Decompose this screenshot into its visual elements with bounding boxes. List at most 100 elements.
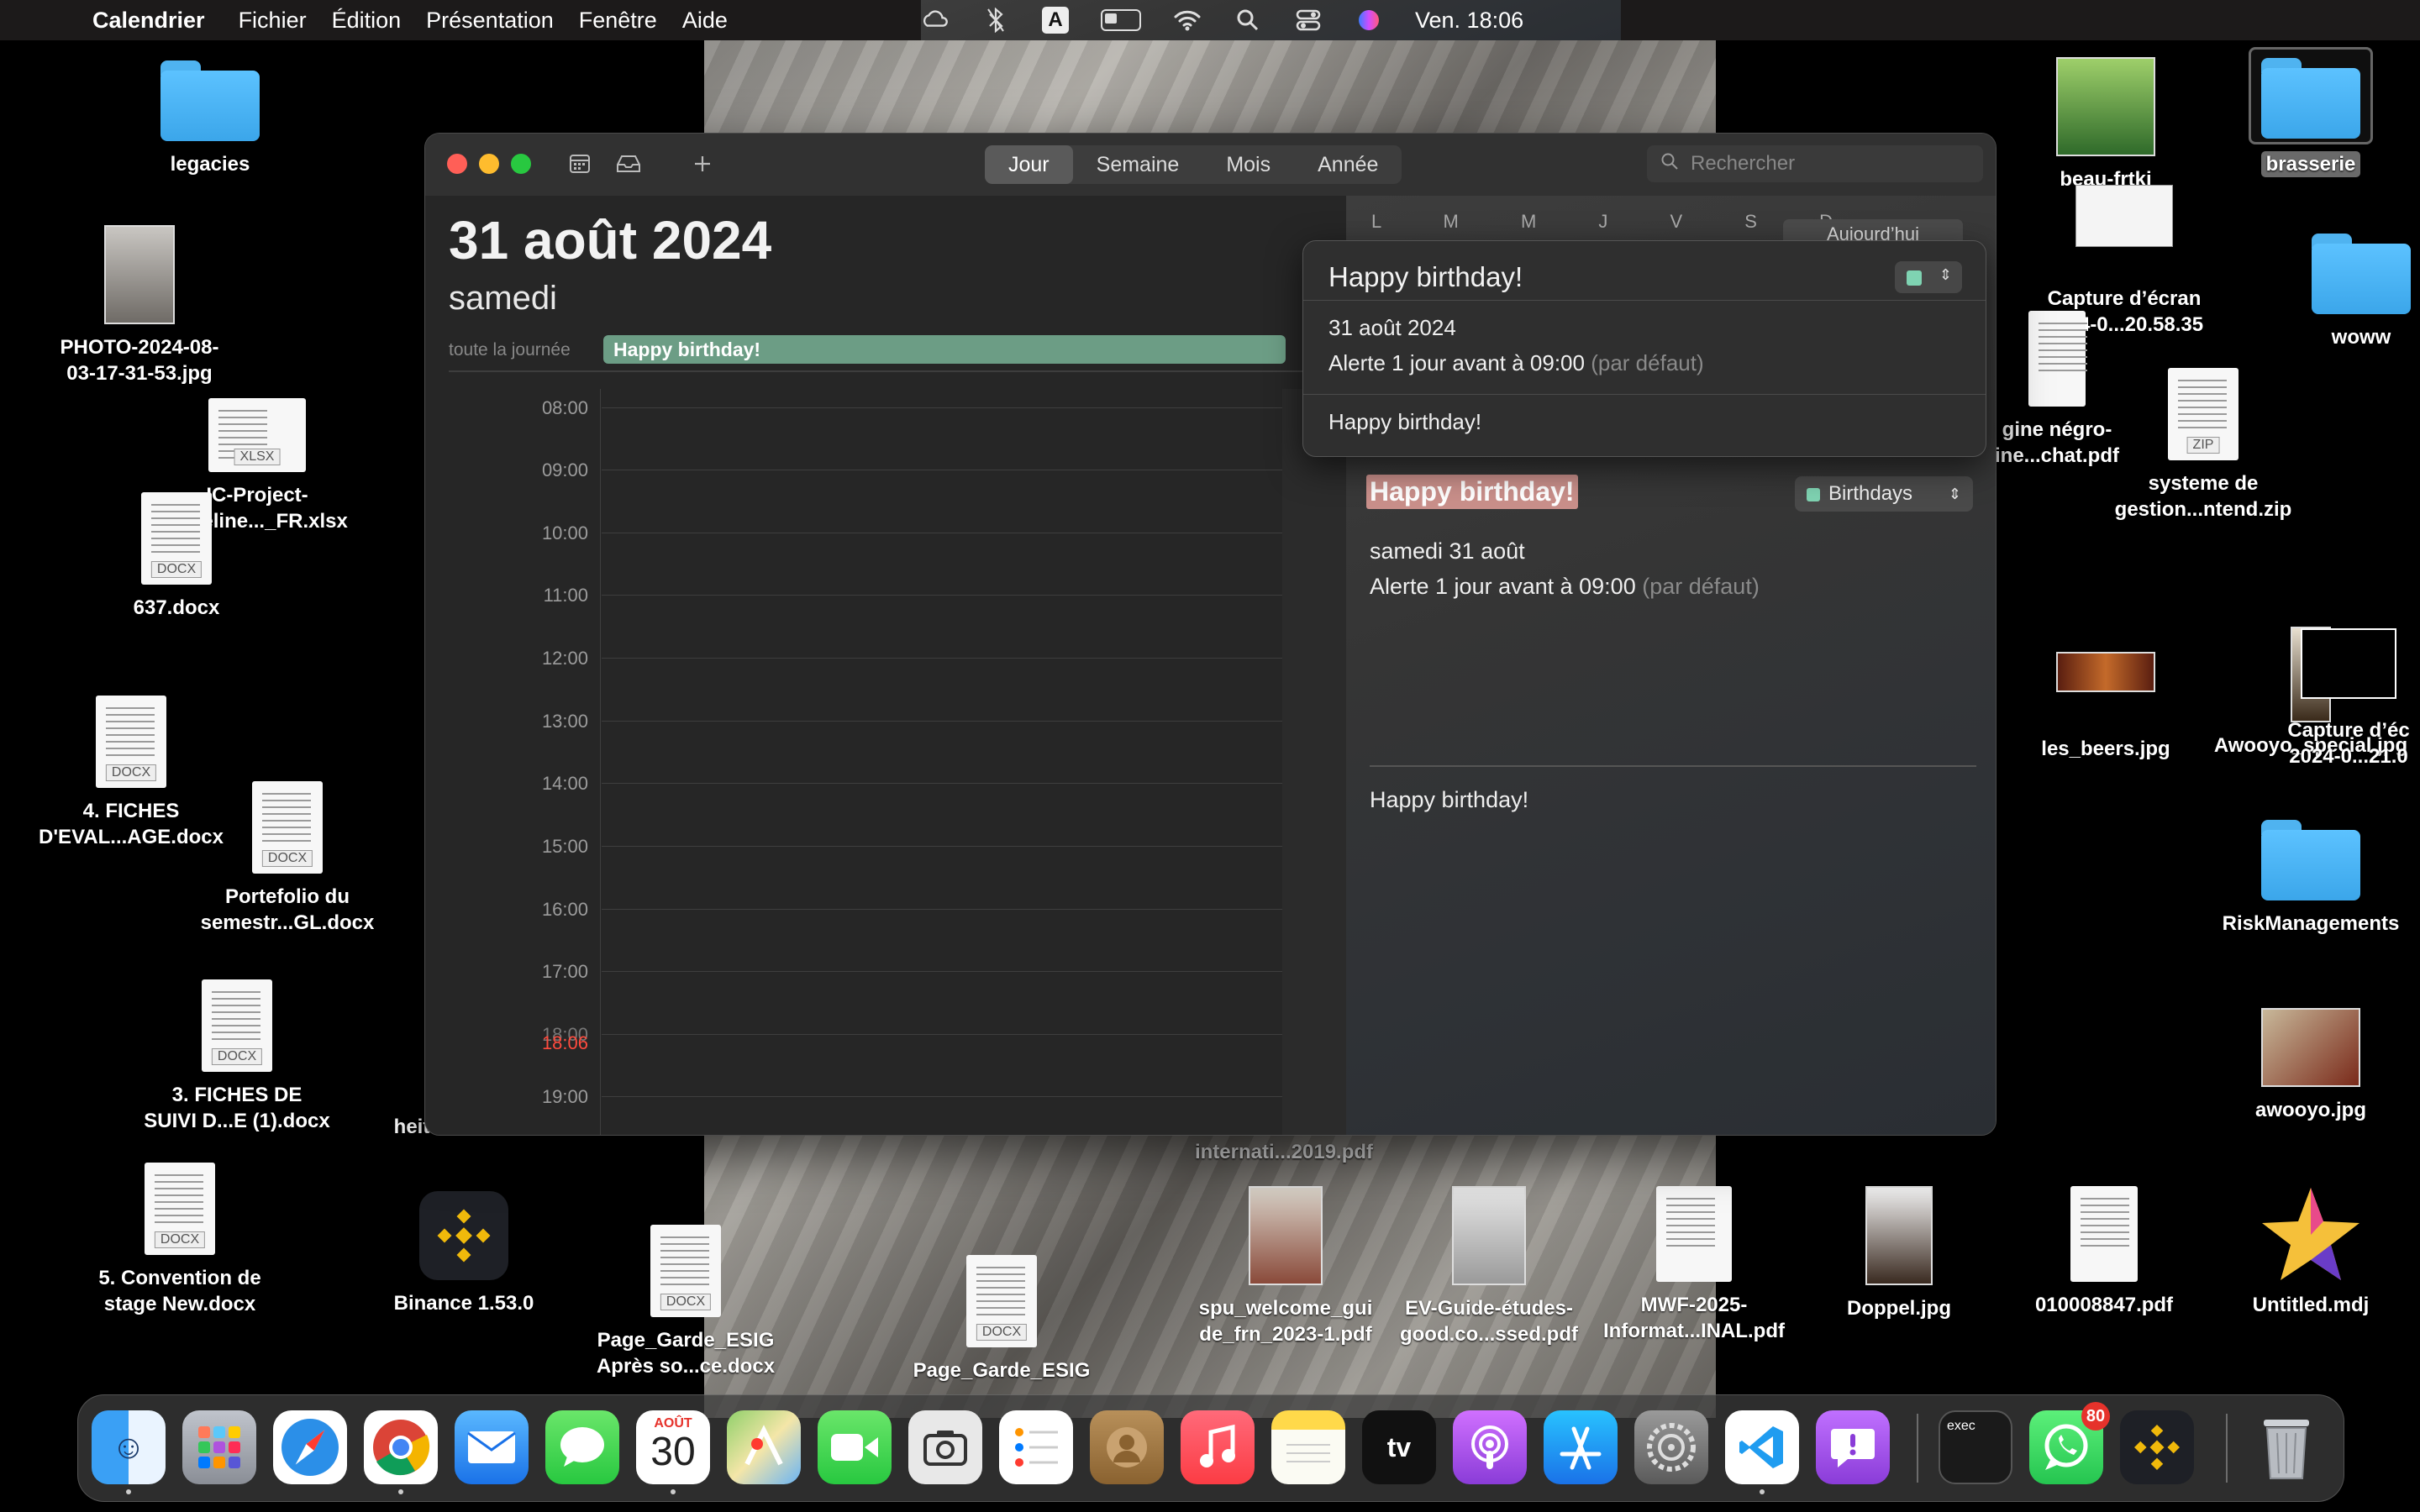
view-switcher: Jour Semaine Mois Année [985,145,1402,184]
desktop-file-fiches-suivi[interactable]: DOCX 3. FICHES DE SUIVI D...E (1).docx [128,979,346,1134]
menu-aide[interactable]: Aide [682,8,728,34]
desktop-folder-brasserie[interactable]: brasserie [2202,47,2420,177]
event-alert-line[interactable]: Alerte 1 jour avant à 09:00 (par défaut) [1370,574,1760,600]
window-toolbar: Jour Semaine Mois Année Rechercher [425,134,1996,197]
wifi-icon[interactable] [1173,10,1202,31]
terminal-icon[interactable]: exec [1939,1410,2012,1484]
hour-grid[interactable]: 08:00 09:00 10:00 11:00 12:00 13:00 14:0… [425,389,1346,1135]
safari-icon[interactable] [273,1410,347,1484]
desktop-file-les-beers[interactable]: les_beers.jpg [1996,652,2215,762]
menu-fenetre[interactable]: Fenêtre [579,8,657,34]
chrome-icon[interactable] [364,1410,438,1484]
app-store-icon[interactable] [1544,1410,1618,1484]
menu-app-name[interactable]: Calendrier [92,8,205,34]
contacts-icon[interactable] [1090,1410,1164,1484]
maps-icon[interactable] [727,1410,801,1484]
bluetooth-off-icon[interactable] [981,8,1010,33]
image-thumbnail-icon [2056,57,2155,156]
binance-dock-icon[interactable] [2120,1410,2194,1484]
tab-week[interactable]: Semaine [1073,145,1203,184]
menu-fichier[interactable]: Fichier [239,8,307,34]
desktop-file-systeme[interactable]: ZIP systeme de gestion...ntend.zip [2094,368,2312,522]
desktop-folder-legacies[interactable]: legacies [101,60,319,177]
folder-icon [2261,820,2360,900]
desktop-file-untitled[interactable]: Untitled.mdj [2202,1186,2420,1318]
all-day-label: toute la journée [449,340,571,360]
desktop-file-portefolio[interactable]: DOCX Portefolio du semestr...GL.docx [178,781,397,936]
search-field[interactable]: Rechercher [1647,145,1983,182]
minimize-button[interactable] [479,154,499,174]
screenshot-icon[interactable] [908,1410,982,1484]
launchpad-icon[interactable] [182,1410,256,1484]
popover-date[interactable]: 31 août 2024 [1328,315,1456,341]
add-event-icon[interactable] [687,149,718,179]
reminders-icon[interactable] [999,1410,1073,1484]
event-title[interactable]: Happy birthday! [1366,475,1578,509]
creative-cloud-icon[interactable] [921,10,950,30]
popover-alert[interactable]: Alerte 1 jour avant à 09:00 (par défaut) [1328,350,1704,376]
desktop-file-beau[interactable]: beau-frtkj [1996,57,2215,192]
tab-month[interactable]: Mois [1202,145,1294,184]
inbox-icon[interactable] [613,149,644,179]
feedback-icon[interactable] [1816,1410,1890,1484]
tab-year[interactable]: Année [1294,145,1402,184]
finder-icon[interactable]: ☺ [92,1410,166,1484]
notes-icon[interactable] [1271,1410,1345,1484]
calendar-list-icon[interactable] [565,149,595,179]
desktop-file-mwf[interactable]: MWF-2025- Informat...INAL.pdf [1585,1186,1803,1344]
battery-icon[interactable] [1101,9,1141,31]
menu-presentation[interactable]: Présentation [426,8,554,34]
system-settings-icon[interactable] [1634,1410,1708,1484]
desktop-file-photo[interactable]: PHOTO-2024-08- 03-17-31-53.jpg [30,225,249,386]
trash-icon[interactable] [2249,1410,2323,1484]
menubar-clock[interactable]: Ven. 18:06 [1415,8,1523,34]
calendar-app-icon[interactable]: AOÛT 30 [636,1410,710,1484]
input-source-icon[interactable]: A [1042,7,1069,34]
zoom-button[interactable] [511,154,531,174]
hour-line [602,1096,1282,1097]
pdf-file-icon [2028,311,2087,407]
menu-edition[interactable]: Édition [332,8,402,34]
whatsapp-icon[interactable]: 80 [2029,1402,2110,1484]
calendar-color-swatch [1807,488,1820,501]
calendar-selector[interactable]: Birthdays ⇕ [1795,476,1973,512]
desktop-file-internati[interactable]: internati...2019.pdf [1175,1139,1393,1165]
desktop-file-pdf0100[interactable]: 010008847.pdf [1995,1186,2213,1318]
event-date-line[interactable]: samedi 31 août [1370,538,1525,564]
popover-calendar-selector[interactable]: ⇕ [1895,261,1962,293]
apple-tv-icon[interactable]: tv [1362,1410,1436,1484]
desktop-file-spu[interactable]: spu_welcome_gui de_frn_2023-1.pdf [1176,1186,1395,1347]
desktop-file-doppel[interactable]: Doppel.jpg [1790,1186,2008,1321]
tab-day[interactable]: Jour [985,145,1073,184]
vscode-icon[interactable] [1725,1410,1799,1484]
control-center-icon[interactable] [1294,9,1323,31]
desktop-app-binance[interactable]: Binance 1.53.0 [355,1191,573,1316]
music-icon[interactable] [1181,1410,1255,1484]
facetime-icon[interactable] [818,1410,892,1484]
siri-icon[interactable] [1355,10,1383,30]
all-day-event[interactable]: Happy birthday! [603,335,1286,364]
hour-line [602,846,1282,847]
desktop-file-awooyo[interactable]: awooyo.jpg [2202,1008,2420,1123]
desktop-folder-risk[interactable]: RiskManagements [2202,820,2420,937]
podcasts-icon[interactable] [1453,1410,1527,1484]
hour-line [602,595,1282,596]
spotlight-icon[interactable] [1234,9,1262,31]
desktop-file-capture2[interactable]: Capture d’éc 2024-0...21.0 [2277,628,2420,769]
desktop-file-convention[interactable]: DOCX 5. Convention de stage New.docx [71,1163,289,1317]
pdf-file-icon [1656,1186,1732,1282]
hour-label: 13:00 [541,711,588,732]
desktop-file-page-garde-1[interactable]: DOCX Page_Garde_ESIG Après so...ce.docx [576,1225,795,1379]
popover-notes[interactable]: Happy birthday! [1328,409,1481,435]
popover-alert-text: Alerte 1 jour avant à 09:00 [1328,350,1585,375]
event-notes[interactable]: Happy birthday! [1370,787,1528,813]
mail-icon[interactable] [455,1410,529,1484]
messages-icon[interactable] [545,1410,619,1484]
desktop-folder-woww[interactable]: woww [2252,234,2420,350]
desktop-file-637[interactable]: DOCX 637.docx [67,492,286,621]
desktop-file-ev-guide[interactable]: EV-Guide-études- good.co...ssed.pdf [1380,1186,1598,1347]
grid-side-strip [1282,389,1346,1135]
desktop-file-page-garde-2[interactable]: DOCX Page_Garde_ESIG [892,1255,1111,1383]
close-button[interactable] [447,154,467,174]
popover-title[interactable]: Happy birthday! [1328,261,1523,293]
